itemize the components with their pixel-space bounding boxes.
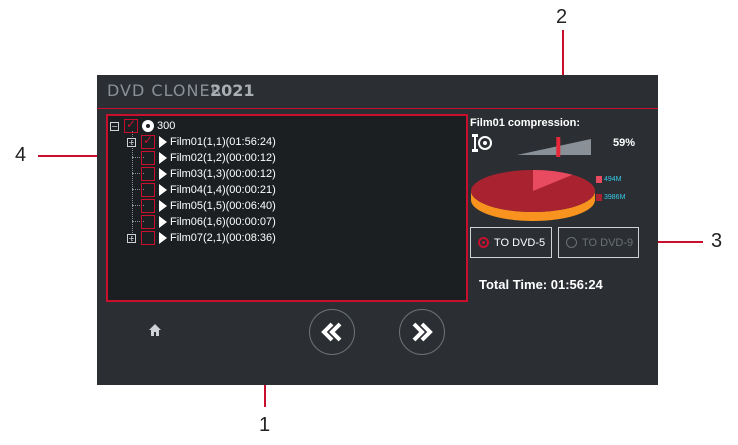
- fast-forward-icon: [412, 322, 433, 342]
- to-dvd9-label: TO DVD-9: [582, 236, 634, 249]
- tree-item-label: Film01(1,1)(01:56:24): [170, 136, 276, 148]
- title-tree-panel[interactable]: − ✓ 300 + ✓ Film01(1,1)(01:56:24) Film02…: [106, 114, 468, 302]
- legend-label: 494M: [604, 176, 622, 183]
- app-window: DVD CLONER 2021 − ✓ 300 + ✓ Film01(1,1)(…: [97, 75, 658, 385]
- to-dvd5-radio[interactable]: TO DVD-5: [470, 227, 552, 258]
- play-icon: [159, 200, 167, 212]
- radio-unselected-icon: [566, 237, 577, 248]
- gauge-marker[interactable]: [556, 137, 561, 157]
- callout-3: 3: [711, 230, 723, 252]
- back-button[interactable]: [309, 309, 355, 355]
- callout-4: 4: [15, 144, 27, 166]
- expand-icon[interactable]: +: [127, 137, 136, 147]
- tree-root[interactable]: − ✓ 300: [110, 117, 176, 134]
- radio-selected-icon: [478, 237, 489, 248]
- checkmark-icon: ✓: [126, 117, 137, 131]
- play-icon: [159, 184, 167, 196]
- play-icon: [159, 232, 167, 244]
- callout-1: 1: [259, 414, 271, 436]
- tree-item-label: Film03(1,3)(00:00:12): [170, 168, 276, 180]
- to-dvd5-label: TO DVD-5: [494, 236, 546, 249]
- play-icon: [159, 152, 167, 164]
- play-icon: [159, 136, 167, 148]
- tree-item-label: Film06(1,6)(00:00:07): [170, 216, 276, 228]
- compression-label: Film01 compression:: [470, 117, 581, 129]
- disc-icon: [142, 120, 154, 132]
- legend-item: 3986M: [596, 194, 625, 201]
- item-checkbox[interactable]: [141, 167, 155, 181]
- legend-label: 3986M: [604, 194, 626, 201]
- size-pie-chart: [471, 169, 595, 221]
- tree-item[interactable]: + ✓ Film01(1,1)(01:56:24): [127, 133, 276, 150]
- item-checkbox[interactable]: [141, 151, 155, 165]
- callout-2: 2: [556, 6, 568, 28]
- legend-item: 494M: [596, 176, 622, 183]
- rewind-icon: [321, 322, 342, 342]
- tree-item[interactable]: + Film07(2,1)(00:08:36): [127, 230, 276, 246]
- to-dvd9-radio[interactable]: TO DVD-9: [558, 227, 639, 258]
- tree-item-label: Film02(1,2)(00:00:12): [170, 152, 276, 164]
- play-icon: [159, 216, 167, 228]
- compression-percent: 59%: [613, 137, 636, 149]
- item-checkbox[interactable]: ✓: [141, 133, 155, 149]
- tree-item-label: Film07(2,1)(00:08:36): [170, 232, 276, 244]
- total-time: Total Time: 01:56:24: [479, 277, 603, 292]
- title-bar: DVD CLONER 2021: [97, 75, 658, 109]
- item-checkbox[interactable]: [141, 199, 155, 213]
- item-checkbox[interactable]: [141, 231, 155, 245]
- tree-item-label: Film05(1,5)(00:06:40): [170, 200, 276, 212]
- tree-item[interactable]: Film04(1,4)(00:00:21): [141, 182, 276, 198]
- item-checkbox[interactable]: [141, 215, 155, 229]
- tree-item[interactable]: Film06(1,6)(00:00:07): [141, 214, 276, 230]
- play-icon: [159, 168, 167, 180]
- checkmark-icon: ✓: [143, 133, 154, 147]
- tree-item-label: Film04(1,4)(00:00:21): [170, 184, 276, 196]
- gauge-track: [517, 139, 591, 155]
- tree-item[interactable]: Film03(1,3)(00:00:12): [141, 166, 276, 182]
- app-title: DVD CLONER: [107, 81, 223, 100]
- tree-item[interactable]: Film02(1,2)(00:00:12): [141, 150, 276, 166]
- item-checkbox[interactable]: [141, 183, 155, 197]
- root-checkbox[interactable]: ✓: [124, 117, 138, 133]
- next-button[interactable]: [399, 309, 445, 355]
- compression-gauge[interactable]: [517, 137, 591, 157]
- legend-swatch: [596, 176, 602, 183]
- expand-icon[interactable]: +: [127, 233, 136, 243]
- home-icon[interactable]: [148, 323, 162, 337]
- compress-icon: [472, 134, 492, 152]
- tree-item[interactable]: Film05(1,5)(00:06:40): [141, 198, 276, 214]
- collapse-icon[interactable]: −: [110, 121, 119, 131]
- app-year: 2021: [210, 81, 255, 100]
- tree-root-label: 300: [157, 120, 176, 132]
- legend-swatch: [596, 194, 602, 201]
